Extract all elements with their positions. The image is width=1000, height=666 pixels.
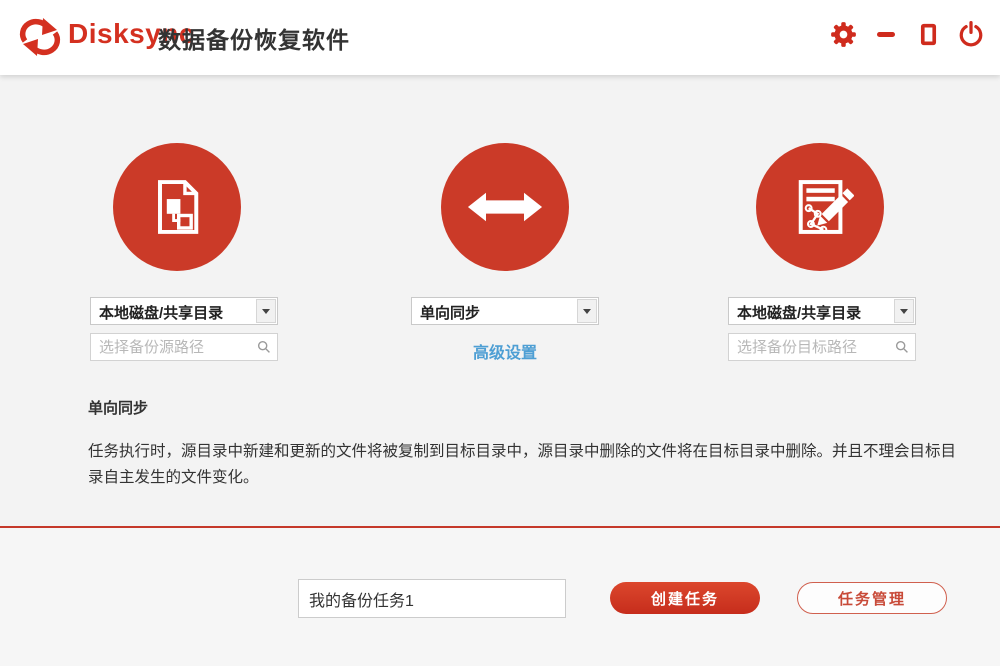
mode-description-body: 任务执行时，源目录中新建和更新的文件将被复制到目标目录中，源目录中删除的文件将在… <box>88 443 957 486</box>
mode-dropdown-arrow-button[interactable] <box>577 299 597 323</box>
file-diagram-icon <box>158 180 199 234</box>
create-task-button[interactable]: 创建任务 <box>610 582 760 614</box>
task-name-input[interactable] <box>298 579 566 618</box>
source-path-input[interactable] <box>90 333 278 361</box>
document-edit-icon <box>798 180 854 234</box>
source-circle <box>113 143 241 271</box>
chevron-down-icon <box>583 308 591 314</box>
source-type-dropdown[interactable]: 本地磁盘/共享目录 <box>90 297 278 325</box>
source-dropdown-arrow-button[interactable] <box>256 299 276 323</box>
chevron-down-icon <box>900 308 908 314</box>
minimize-icon <box>877 32 895 37</box>
maximize-icon <box>920 23 936 45</box>
target-dropdown-arrow-button[interactable] <box>894 299 914 323</box>
target-type-value: 本地磁盘/共享目录 <box>737 305 862 322</box>
target-type-dropdown[interactable]: 本地磁盘/共享目录 <box>728 297 916 325</box>
app-title: 数据备份恢复软件 <box>158 27 350 53</box>
chevron-down-icon <box>262 308 270 314</box>
target-path-input[interactable] <box>728 333 916 361</box>
advanced-settings-link[interactable]: 高级设置 <box>411 339 599 363</box>
red-divider <box>0 526 1000 528</box>
titlebar: Disksync 数据备份恢复软件 <box>0 0 1000 75</box>
sync-mode-dropdown[interactable]: 单向同步 <box>411 297 599 325</box>
target-path-field-wrap <box>728 333 916 361</box>
mode-description-heading: 单向同步 <box>88 400 149 417</box>
mode-circle <box>441 143 569 271</box>
settings-button[interactable] <box>828 19 858 49</box>
maximize-button[interactable] <box>913 19 943 49</box>
task-manage-button[interactable]: 任务管理 <box>797 582 947 614</box>
target-circle <box>756 143 884 271</box>
source-type-value: 本地磁盘/共享目录 <box>99 305 224 322</box>
close-button[interactable] <box>956 19 986 49</box>
source-path-field-wrap <box>90 333 278 361</box>
gear-icon <box>830 21 856 47</box>
disksync-window: Disksync 数据备份恢复软件 本地磁盘/共享目录 单向同步 本地磁盘/共享… <box>0 0 1000 666</box>
sync-arrows-logo-icon <box>19 18 61 56</box>
power-icon <box>959 21 983 47</box>
sync-mode-value: 单向同步 <box>420 305 481 322</box>
double-arrow-icon <box>467 192 543 222</box>
minimize-button[interactable] <box>871 19 901 49</box>
